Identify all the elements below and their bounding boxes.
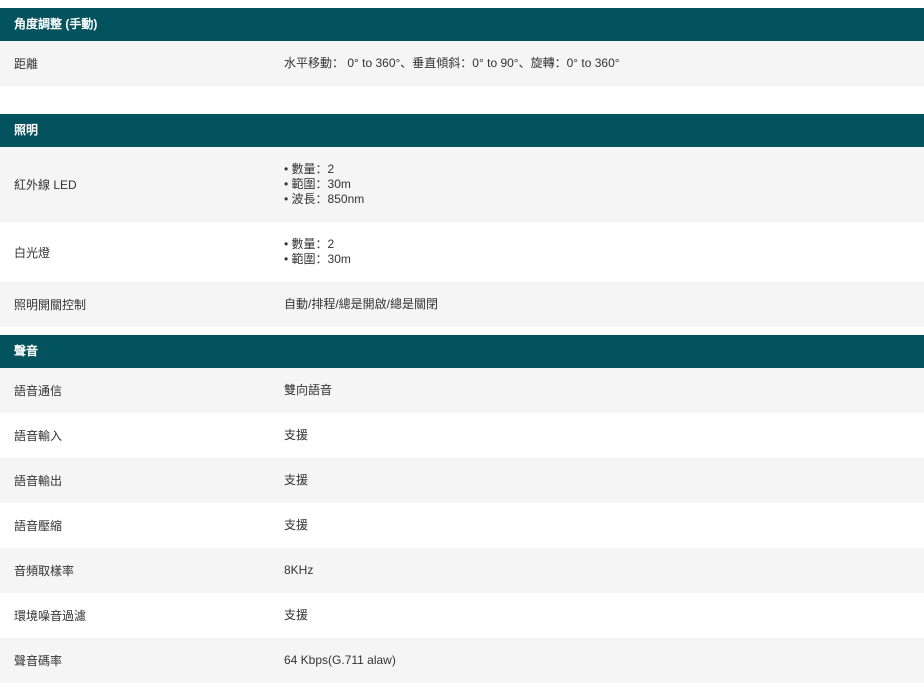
spec-value: 水平移動： 0° to 360°、垂直傾斜：0° to 90°、旋轉：0° to… (284, 56, 620, 70)
spec-bullet: 波長：850nm (284, 192, 924, 207)
spec-label: 距離 (14, 57, 39, 71)
spec-label: 語音通信 (14, 384, 63, 398)
spec-bullet-list: 數量：2 範圍：30m (284, 237, 924, 267)
spec-bullet: 數量：2 (284, 237, 924, 252)
section-header-audio: 聲音 (0, 335, 924, 368)
spec-value: 支援 (284, 428, 309, 442)
spec-row-voice-compression: 語音壓縮 支援 (0, 503, 924, 548)
spec-table: 角度調整 (手動) 距離 水平移動： 0° to 360°、垂直傾斜：0° to… (0, 0, 924, 693)
spec-row-voice-output: 語音輸出 支援 (0, 458, 924, 503)
section-header-lighting: 照明 (0, 114, 924, 147)
section-spacer (0, 86, 924, 114)
spec-label: 語音壓縮 (14, 519, 63, 533)
spec-label: 語音輸出 (14, 474, 63, 488)
spec-value: 8KHz (284, 563, 314, 577)
spec-value: 自動/排程/總是開啟/總是關閉 (284, 297, 439, 311)
spec-row-voice-comm: 語音通信 雙向語音 (0, 368, 924, 413)
spec-value: 64 Kbps(G.711 alaw) (284, 653, 396, 667)
spec-bullet: 範圍：30m (284, 177, 924, 192)
spec-label: 白光燈 (14, 245, 51, 260)
spec-bullet: 範圍：30m (284, 252, 924, 267)
spec-row-sample-rate: 音頻取樣率 8KHz (0, 548, 924, 593)
section-spacer (0, 327, 924, 335)
spec-row-noise-filter: 環境噪音過濾 支援 (0, 593, 924, 638)
spec-value: 數量：2 範圍：30m 波長：850nm (270, 162, 924, 207)
spec-row-ir-led: 紅外線 LED 數量：2 範圍：30m 波長：850nm (0, 147, 924, 222)
spec-value: 支援 (284, 608, 309, 622)
spec-value: 支援 (284, 518, 309, 532)
section-header-angle: 角度調整 (手動) (0, 8, 924, 41)
spec-row-light-control: 照明開關控制 自動/排程/總是開啟/總是關閉 (0, 282, 924, 327)
spec-label: 聲音碼率 (14, 654, 63, 668)
spec-label: 音頻取樣率 (14, 564, 75, 578)
spec-value: 雙向語音 (284, 383, 333, 397)
top-spacer (0, 0, 924, 8)
spec-label: 照明開關控制 (14, 298, 87, 312)
spec-label: 環境噪音過濾 (14, 609, 87, 623)
spec-bullet-list: 數量：2 範圍：30m 波長：850nm (284, 162, 924, 207)
spec-row-white-light: 白光燈 數量：2 範圍：30m (0, 222, 924, 282)
spec-row-voice-input: 語音輸入 支援 (0, 413, 924, 458)
spec-row-bitrate: 聲音碼率 64 Kbps(G.711 alaw) (0, 638, 924, 683)
spec-value: 支援 (284, 473, 309, 487)
spec-label: 語音輸入 (14, 429, 63, 443)
spec-row-distance: 距離 水平移動： 0° to 360°、垂直傾斜：0° to 90°、旋轉：0°… (0, 41, 924, 86)
spec-value: 數量：2 範圍：30m (270, 237, 924, 267)
spec-bullet: 數量：2 (284, 162, 924, 177)
spec-label: 紅外線 LED (14, 178, 77, 192)
